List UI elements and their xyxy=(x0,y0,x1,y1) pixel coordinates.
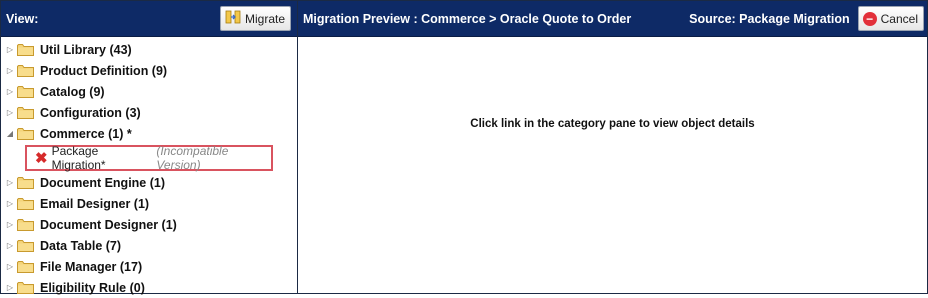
tree-item-label[interactable]: Product Definition (9) xyxy=(40,64,167,78)
package-migration-item[interactable]: ✖ Package Migration* (Incompatible Version… xyxy=(25,144,273,172)
tree-item-label[interactable]: File Manager (17) xyxy=(40,260,142,274)
view-label: View: xyxy=(6,11,39,26)
folder-icon xyxy=(17,281,34,294)
tree-item-label[interactable]: Document Designer (1) xyxy=(40,218,177,232)
expand-arrow-icon[interactable]: ▷ xyxy=(5,241,15,250)
tree-item[interactable]: ▷ Email Designer (1) xyxy=(1,193,297,214)
tree-item-label[interactable]: Data Table (7) xyxy=(40,239,121,253)
migrate-button-label: Migrate xyxy=(244,11,285,26)
tree-item[interactable]: ▷ Util Library (43) xyxy=(1,39,297,60)
tree-item-label[interactable]: Commerce (1) * xyxy=(40,127,132,141)
package-migration-link[interactable]: Package Migration* xyxy=(52,144,152,172)
tree-item[interactable]: ◢ Commerce (1) * xyxy=(1,123,297,144)
source-label: Source: Package Migration xyxy=(689,11,850,26)
folder-icon xyxy=(17,260,34,273)
preview-pane: Migration Preview : Commerce > Oracle Qu… xyxy=(298,1,927,293)
folder-icon xyxy=(17,43,34,56)
expand-arrow-icon[interactable]: ▷ xyxy=(5,108,15,117)
preview-title: Migration Preview : Commerce > Oracle Qu… xyxy=(303,11,632,26)
folder-icon xyxy=(17,106,34,119)
expand-arrow-icon[interactable]: ▷ xyxy=(5,283,15,292)
tree-item-label[interactable]: Document Engine (1) xyxy=(40,176,165,190)
expand-arrow-icon[interactable]: ▷ xyxy=(5,87,15,96)
category-pane-header: View: Migrate xyxy=(1,1,297,37)
expand-arrow-icon[interactable]: ▷ xyxy=(5,66,15,75)
tree-item[interactable]: ▷ Eligibility Rule (0) xyxy=(1,277,297,298)
folder-icon xyxy=(17,64,34,77)
tree-item[interactable]: ▷ Document Engine (1) xyxy=(1,172,297,193)
expand-arrow-icon[interactable]: ▷ xyxy=(5,262,15,271)
folder-icon xyxy=(17,218,34,231)
migration-window: View: Migrate ▷ Util Library (43) ▷ Product… xyxy=(0,0,928,295)
folder-icon xyxy=(17,176,34,189)
tree-item-label[interactable]: Email Designer (1) xyxy=(40,197,149,211)
tree-item[interactable]: ▷ Catalog (9) xyxy=(1,81,297,102)
tree-item-label[interactable]: Catalog (9) xyxy=(40,85,105,99)
migrate-button[interactable]: Migrate xyxy=(219,6,291,31)
expand-arrow-icon[interactable]: ▷ xyxy=(5,178,15,187)
tree-item[interactable]: ▷ Document Designer (1) xyxy=(1,214,297,235)
empty-state-message: Click link in the category pane to view … xyxy=(470,118,755,130)
tree-item[interactable]: ▷ File Manager (17) xyxy=(1,256,297,277)
tree-item[interactable]: ▷ Data Table (7) xyxy=(1,235,297,256)
expand-arrow-icon[interactable]: ▷ xyxy=(5,220,15,229)
migrate-icon xyxy=(225,9,241,28)
tree-item[interactable]: ▷ Product Definition (9) xyxy=(1,60,297,81)
error-x-icon: ✖ xyxy=(35,149,48,167)
collapse-arrow-icon[interactable]: ◢ xyxy=(5,129,15,138)
category-tree: ▷ Util Library (43) ▷ Product Definition (9… xyxy=(1,37,297,298)
cancel-button-label: Cancel xyxy=(880,11,918,26)
folder-icon xyxy=(17,85,34,98)
tree-item-label[interactable]: Util Library (43) xyxy=(40,43,132,57)
tree-item-label[interactable]: Configuration (3) xyxy=(40,106,141,120)
preview-header: Migration Preview : Commerce > Oracle Qu… xyxy=(298,1,927,37)
tree-item[interactable]: ▷ Configuration (3) xyxy=(1,102,297,123)
tree-item-label[interactable]: Eligibility Rule (0) xyxy=(40,281,145,295)
cancel-icon: − xyxy=(862,11,877,26)
folder-icon xyxy=(17,127,34,140)
folder-icon xyxy=(17,239,34,252)
incompatible-version-note: (Incompatible Version) xyxy=(156,144,229,172)
cancel-button[interactable]: − Cancel xyxy=(857,6,924,31)
expand-arrow-icon[interactable]: ▷ xyxy=(5,199,15,208)
category-pane: View: Migrate ▷ Util Library (43) ▷ Product… xyxy=(1,1,298,295)
expand-arrow-icon[interactable]: ▷ xyxy=(5,45,15,54)
folder-icon xyxy=(17,197,34,210)
